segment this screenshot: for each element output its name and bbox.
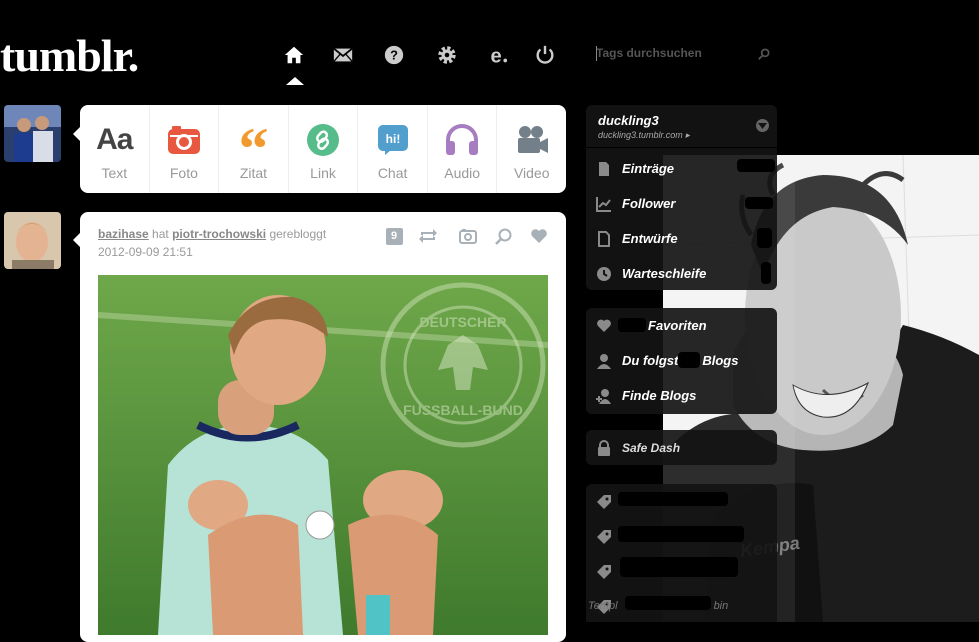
document-icon [596,161,612,177]
chart-icon [596,196,612,212]
notes-count-badge: 9 [385,227,403,245]
post-author-link[interactable]: bazihase [98,227,149,241]
redaction [618,318,646,332]
post-text-button[interactable]: Aa Text [80,105,150,193]
headphones-icon [444,123,480,157]
safe-dash-toggle[interactable]: Safe Dash [586,430,777,465]
blog-url-arrow: ▸ [685,130,690,140]
draft-icon [596,231,612,247]
post-video-button[interactable]: Video [497,105,566,193]
tag-icon [596,494,612,510]
post-type-label: Foto [169,165,198,181]
attribution-text: hat [152,227,169,241]
heart-icon[interactable] [529,226,549,246]
svg-text:e: e [490,45,501,66]
search-icon[interactable] [757,47,771,66]
text-cursor [596,46,597,61]
post-type-label: Video [513,165,550,181]
post-chat-button[interactable]: hi! Chat [358,105,428,193]
blog-url-text: duckling3.tumblr.com [598,130,683,140]
post-type-label: Chat [377,165,408,181]
heart-icon [596,318,612,334]
post-type-label: Link [310,165,336,181]
safe-dash-label: Safe Dash [622,440,681,455]
crest-text-top: DEUTSCHER [419,314,506,330]
active-nav-indicator [286,77,304,85]
sidebar-item-label: Finde Blogs [622,388,697,403]
lock-icon [596,440,612,456]
template-text-suffix: bin [713,600,729,612]
redaction [620,557,738,577]
blog-url[interactable]: duckling3.tumblr.com ▸ [598,130,690,141]
sidebar-item-queue[interactable]: Warteschleife [586,256,777,291]
post-photo-button[interactable]: Foto [150,105,220,193]
post-quote-button[interactable]: “ Zitat [219,105,289,193]
post-type-label: Text [101,165,128,181]
redaction [618,492,728,506]
home-icon[interactable] [281,42,307,68]
reblog-icon[interactable] [418,226,438,246]
tumblr-logo[interactable]: tumblr. [0,28,139,84]
redaction [737,159,775,172]
sidebar-item-label: Favoriten [648,318,707,333]
redaction [757,228,772,248]
chat-icon: hi! [377,123,409,157]
following-label: Du folgst [622,353,679,368]
gear-icon[interactable] [434,42,460,68]
sidebar-item-label: Follower [622,196,676,211]
notes-count[interactable]: 9 [384,226,404,246]
sidebar-item-label: Einträge [622,161,675,176]
post-audio-button[interactable]: Audio [428,105,498,193]
dashboard-post: bazihase hat piotr-trochowski gerebloggt… [80,212,566,642]
clock-icon [596,266,612,282]
search-input[interactable] [596,46,746,60]
redaction [618,526,744,542]
attribution-text: gerebloggt [269,227,327,241]
text-icon: Aa [96,123,133,156]
camera-icon [167,123,201,157]
author-avatar[interactable] [4,212,61,269]
post-type-label: Audio [444,165,481,181]
power-icon[interactable] [532,42,558,68]
sidebar-item-find-blogs[interactable]: Finde Blogs [586,378,777,413]
chat-badge-text: hi! [385,132,400,146]
redaction [761,262,771,284]
post-date: 2012-09-09 21:51 [98,245,193,259]
tag-icon [596,564,612,580]
quote-icon: “ [238,116,269,182]
video-icon [514,123,550,157]
template-text: Templ [588,600,618,612]
tag-search [596,44,774,64]
post-source-link[interactable]: piotr-trochowski [172,227,266,241]
post-type-label: Zitat [239,165,268,181]
mail-icon[interactable] [330,42,356,68]
add-person-icon [596,388,612,404]
magnify-icon[interactable] [494,226,514,246]
crest-text-bottom: FUSSBALL-BUND [403,402,523,418]
svg-text:?: ? [390,48,398,63]
post-link-button[interactable]: Link [289,105,359,193]
safe-dash-panel: Safe Dash [586,430,777,465]
camera-icon[interactable] [458,226,478,246]
redaction [745,197,773,209]
link-icon [306,123,340,157]
post-type-bar: Aa Text Foto “ Zitat Link hi! Chat Audio [80,105,566,193]
edit-icon[interactable]: e [484,42,510,68]
blog-header[interactable]: duckling3 duckling3.tumblr.com ▸ [586,105,777,148]
tag-icon [596,529,612,545]
sidebar-item-drafts[interactable]: Entwürfe [586,221,777,256]
sidebar-item-label: Warteschleife [622,266,707,281]
sidebar-item-favorites[interactable]: Favoriten [586,308,777,343]
post-photo[interactable]: DEUTSCHER FUSSBALL-BUND [98,275,548,635]
blog-name[interactable]: duckling3 [598,113,659,128]
person-icon [596,353,612,369]
following-label-suffix: Blogs [702,353,739,368]
template-credit: Templ bin [588,600,728,612]
redaction [678,352,700,368]
sidebar-item-label: Entwürfe [622,231,678,246]
post-attribution: bazihase hat piotr-trochowski gerebloggt [98,227,326,241]
chevron-down-icon[interactable] [756,119,769,132]
help-icon[interactable]: ? [381,42,407,68]
own-avatar[interactable] [4,105,61,162]
